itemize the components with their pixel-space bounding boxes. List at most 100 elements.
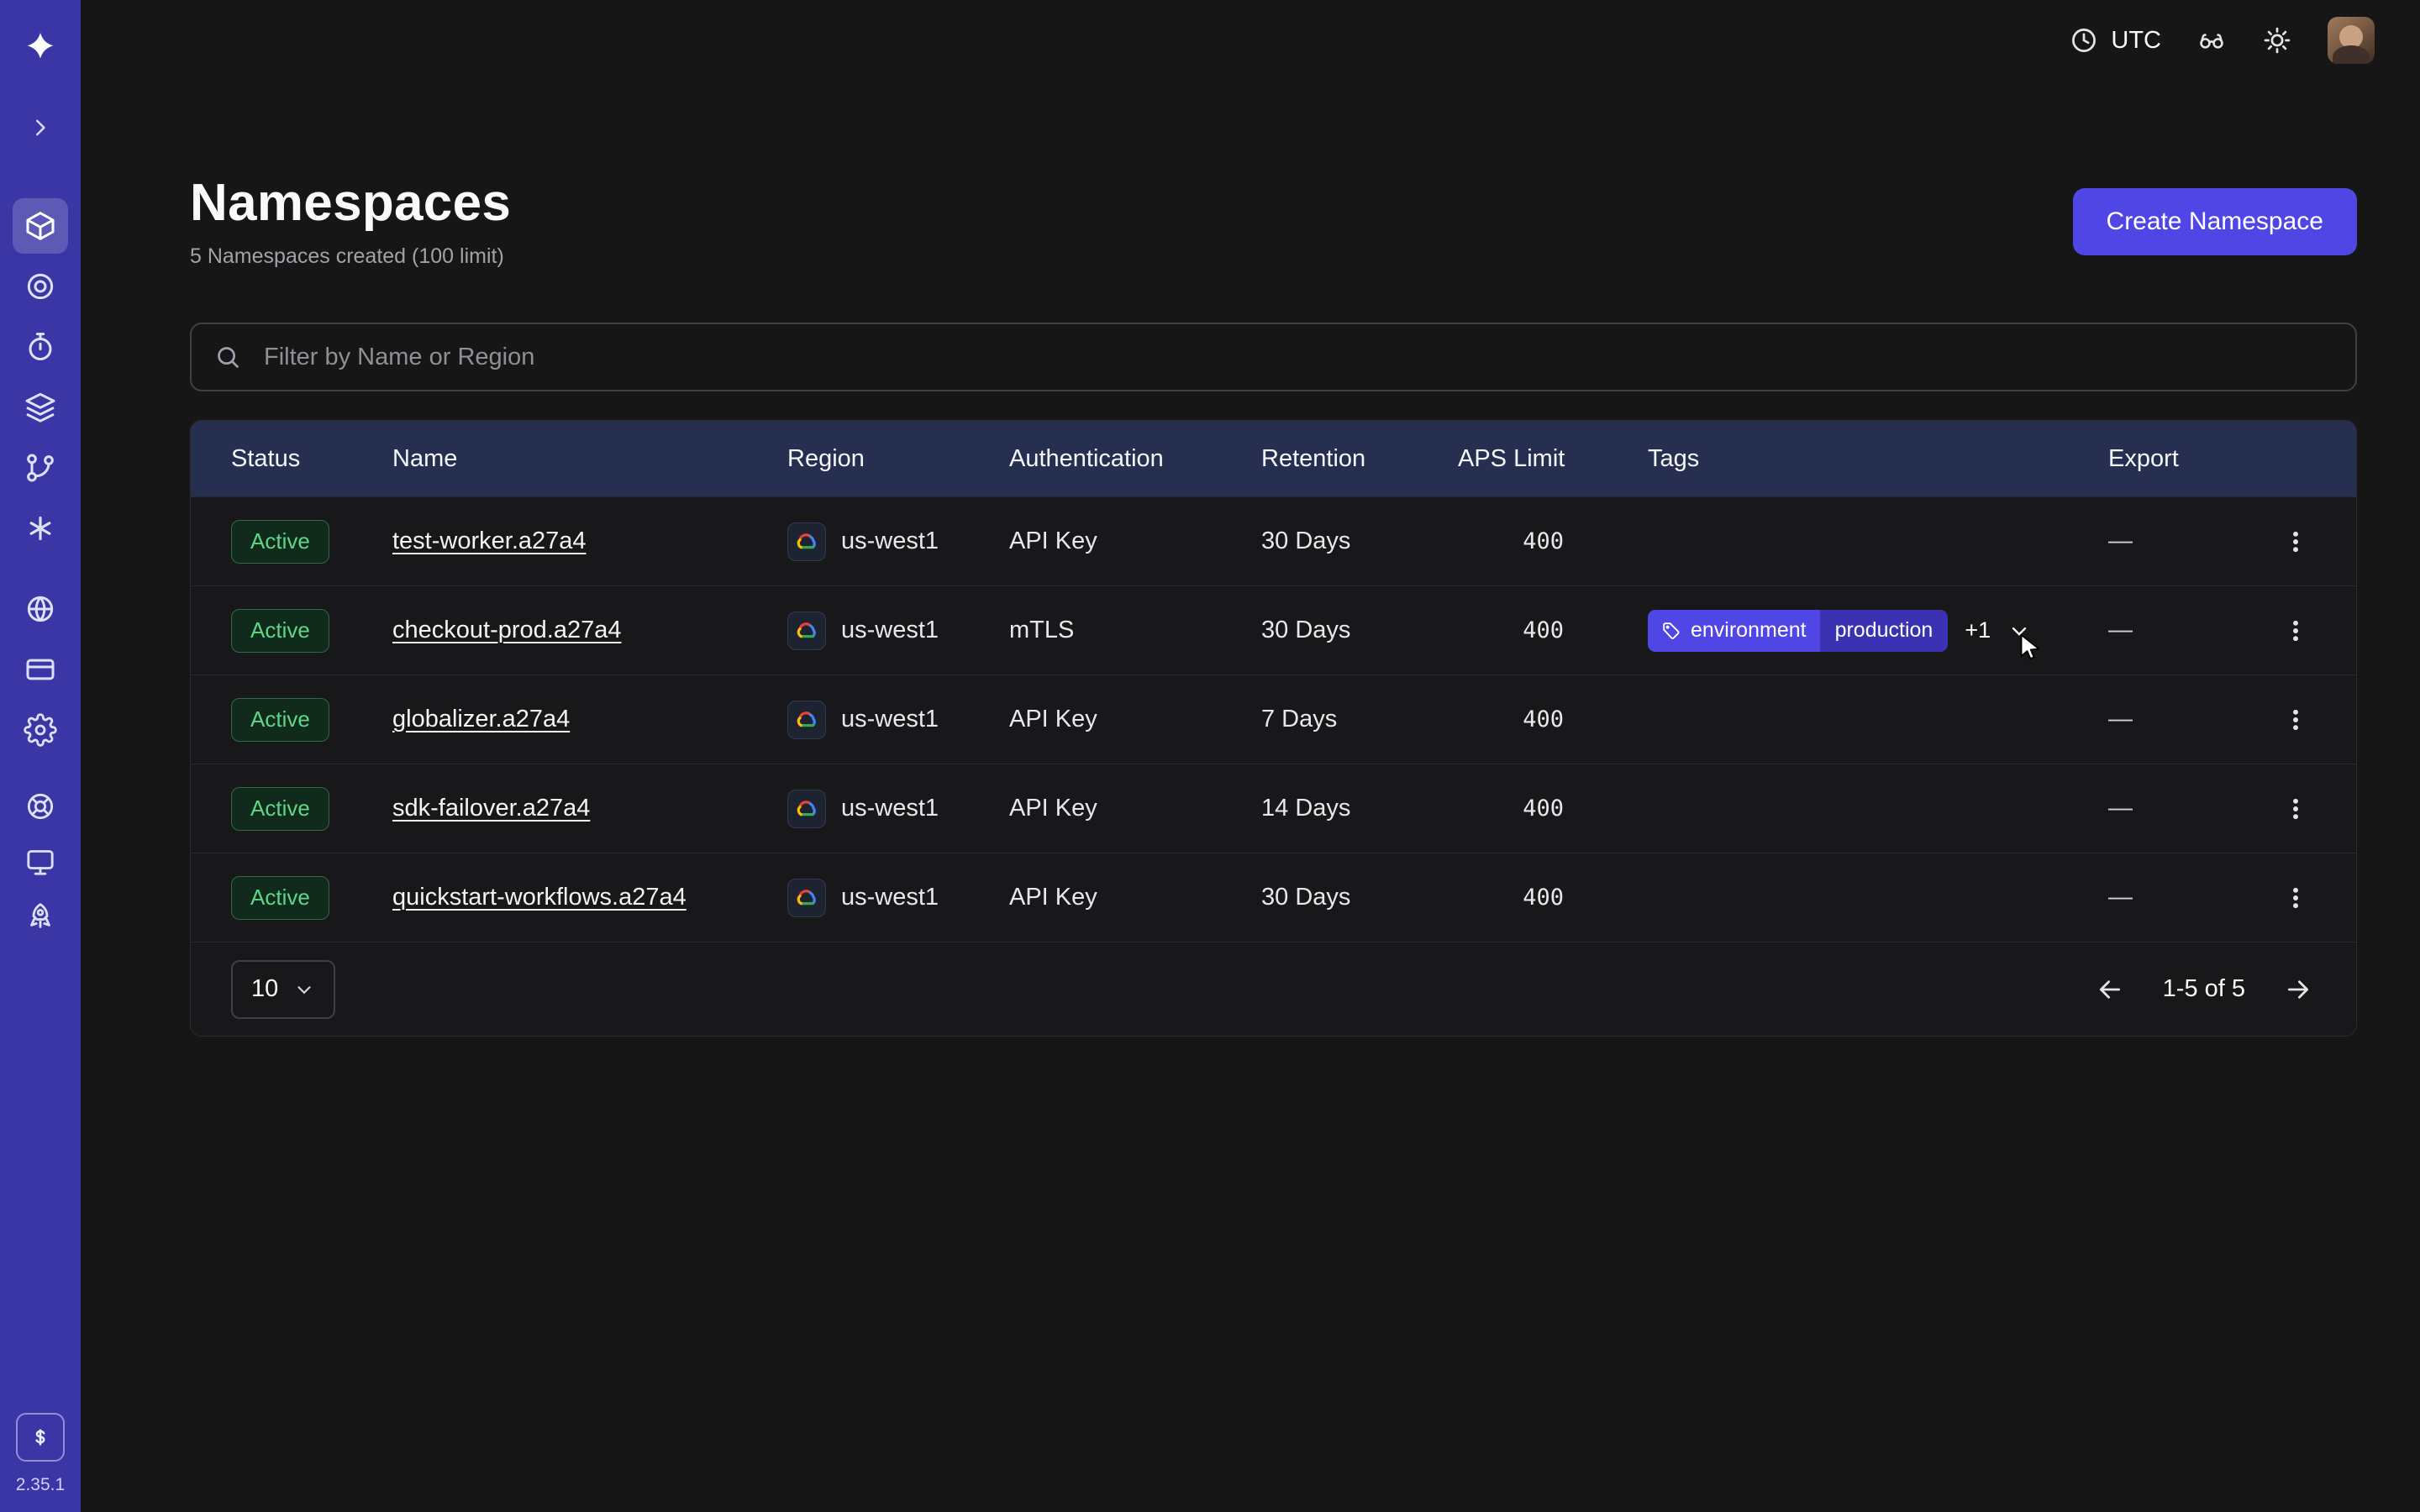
chevron-down-icon — [293, 979, 315, 1000]
timezone-selector[interactable]: UTC — [2069, 25, 2161, 55]
search-input[interactable] — [190, 323, 2357, 391]
accessibility-glasses-button[interactable] — [2196, 25, 2227, 55]
auth-label: API Key — [1009, 884, 1261, 911]
auth-label: API Key — [1009, 795, 1261, 822]
col-status: Status — [231, 445, 392, 473]
theme-toggle-button[interactable] — [2262, 25, 2292, 55]
gcp-cloud-icon — [787, 612, 826, 650]
aps-limit-value: 400 — [1458, 795, 1567, 822]
region-label: us-west1 — [841, 795, 939, 822]
page-size-select[interactable]: 10 — [231, 960, 335, 1019]
col-region: Region — [787, 445, 1009, 473]
topbar: UTC — [81, 0, 2420, 81]
row-menu-button[interactable] — [2255, 795, 2336, 823]
sidebar-item-deployments[interactable] — [13, 380, 68, 435]
chevron-down-icon — [2007, 619, 2031, 643]
col-authentication: Authentication — [1009, 445, 1261, 473]
aps-limit-value: 400 — [1458, 617, 1567, 643]
sidebar-item-settings[interactable] — [13, 702, 68, 758]
sidebar-expand-button[interactable] — [17, 104, 64, 151]
page-subtitle: 5 Namespaces created (100 limit) — [190, 244, 511, 269]
tags-more-count: +1 — [1965, 617, 1991, 643]
app-version: 2.35.1 — [16, 1475, 65, 1495]
sidebar-item-schedules[interactable] — [13, 319, 68, 375]
kebab-icon — [2281, 795, 2310, 823]
sidebar-item-billing[interactable] — [13, 642, 68, 697]
page-header: Namespaces 5 Namespaces created (100 lim… — [190, 173, 2357, 269]
row-menu-button[interactable] — [2255, 706, 2336, 734]
target-icon — [24, 270, 57, 303]
namespace-link[interactable]: checkout-prod.a27a4 — [392, 617, 621, 643]
sun-icon — [2262, 25, 2292, 55]
status-badge: Active — [231, 520, 329, 564]
glasses-icon — [2196, 25, 2227, 55]
namespace-link[interactable]: globalizer.a27a4 — [392, 706, 570, 732]
row-menu-button[interactable] — [2255, 884, 2336, 912]
col-export: Export — [2108, 445, 2255, 473]
kebab-icon — [2281, 884, 2310, 912]
status-badge: Active — [231, 698, 329, 742]
auth-label: API Key — [1009, 528, 1261, 555]
create-namespace-button[interactable]: Create Namespace — [2073, 188, 2357, 255]
usage-button[interactable] — [16, 1413, 65, 1462]
col-tags: Tags — [1567, 445, 2108, 473]
namespace-link[interactable]: test-worker.a27a4 — [392, 528, 587, 554]
prev-page-button[interactable] — [2096, 975, 2124, 1004]
sidebar-item-regions[interactable] — [13, 581, 68, 637]
next-page-button[interactable] — [2284, 975, 2312, 1004]
namespace-link[interactable]: sdk-failover.a27a4 — [392, 795, 590, 822]
arrow-left-icon — [2096, 975, 2124, 1004]
sidebar-item-workflows[interactable] — [13, 440, 68, 496]
row-menu-button[interactable] — [2255, 617, 2336, 645]
avatar[interactable] — [2328, 17, 2375, 64]
table-row: Active globalizer.a27a4 us-west1 API Key… — [191, 675, 2356, 764]
sidebar-item-support[interactable] — [13, 781, 68, 832]
tag-icon — [1661, 621, 1681, 641]
table-footer: 10 1-5 of 5 — [191, 942, 2356, 1036]
retention-label: 30 Days — [1261, 617, 1458, 644]
table-header-row: Status Name Region Authentication Retent… — [191, 421, 2356, 496]
retention-label: 14 Days — [1261, 795, 1458, 822]
namespaces-table: Status Name Region Authentication Retent… — [190, 420, 2357, 1037]
tags-expand-button[interactable] — [2007, 619, 2031, 643]
gcp-cloud-icon — [787, 879, 826, 917]
pagination-range: 1-5 of 5 — [2163, 975, 2245, 1003]
namespace-link[interactable]: quickstart-workflows.a27a4 — [392, 884, 687, 911]
table-row: Active quickstart-workflows.a27a4 us-wes… — [191, 853, 2356, 942]
kebab-icon — [2281, 528, 2310, 556]
kebab-icon — [2281, 706, 2310, 734]
kebab-icon — [2281, 617, 2310, 645]
aps-limit-value: 400 — [1458, 885, 1567, 911]
sidebar-item-namespaces[interactable] — [13, 198, 68, 254]
arrow-right-icon — [2284, 975, 2312, 1004]
region-label: us-west1 — [841, 617, 939, 644]
tag-value: production — [1820, 610, 1949, 652]
layers-icon — [24, 391, 57, 424]
sidebar-item-getting-started[interactable] — [13, 892, 68, 942]
table-row: Active test-worker.a27a4 us-west1 API Ke… — [191, 496, 2356, 585]
export-value: — — [2108, 528, 2255, 555]
region-label: us-west1 — [841, 528, 939, 555]
tag-key: environment — [1691, 618, 1807, 643]
dollar-usage-icon — [25, 1422, 55, 1452]
sidebar-item-nexus[interactable] — [13, 259, 68, 314]
timezone-label: UTC — [2111, 27, 2161, 55]
app-logo-icon[interactable] — [13, 20, 68, 76]
sidebar-item-batch[interactable] — [13, 501, 68, 556]
rocket-icon — [24, 900, 57, 934]
export-value: — — [2108, 706, 2255, 733]
export-value: — — [2108, 795, 2255, 822]
col-name: Name — [392, 445, 787, 473]
row-menu-button[interactable] — [2255, 528, 2336, 556]
branch-icon — [24, 451, 57, 485]
region-label: us-west1 — [841, 706, 939, 733]
clock-icon — [2069, 25, 2099, 55]
gear-icon — [24, 713, 57, 747]
sidebar: 2.35.1 — [0, 0, 81, 1512]
search-bar — [190, 323, 2357, 391]
page-title: Namespaces — [190, 173, 511, 233]
tag-chip[interactable]: environment production — [1648, 610, 1948, 652]
sidebar-item-console[interactable] — [13, 837, 68, 887]
pagination: 1-5 of 5 — [2096, 975, 2312, 1004]
retention-label: 7 Days — [1261, 706, 1458, 733]
